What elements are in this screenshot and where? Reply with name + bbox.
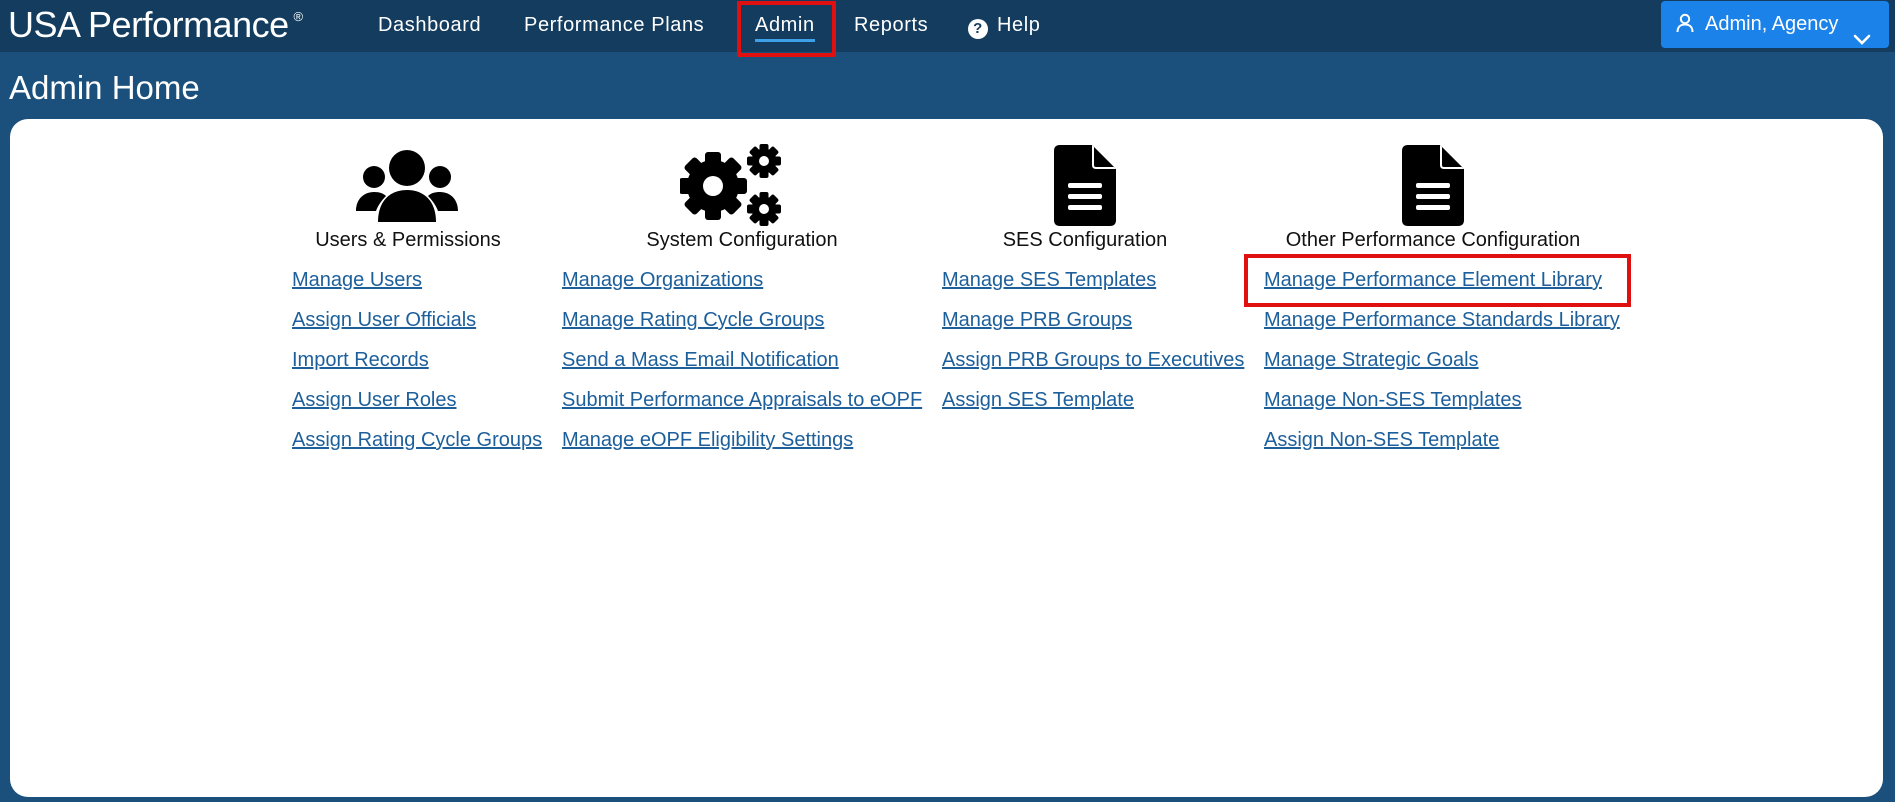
top-navbar: USA Performance ® Dashboard Performance P… bbox=[0, 0, 1895, 52]
link-assign-prb-groups-executives[interactable]: Assign PRB Groups to Executives bbox=[942, 349, 1244, 372]
link-manage-performance-standards-library[interactable]: Manage Performance Standards Library bbox=[1264, 309, 1620, 332]
link-manage-performance-element-library[interactable]: Manage Performance Element Library bbox=[1264, 269, 1602, 292]
brand-logo[interactable]: USA Performance ® bbox=[8, 2, 303, 48]
section-title-users-permissions: Users & Permissions bbox=[315, 229, 501, 251]
user-menu-label: Admin, Agency bbox=[1705, 13, 1839, 35]
question-circle-icon: ? bbox=[968, 19, 988, 39]
user-icon bbox=[1675, 4, 1695, 51]
link-manage-eopf-eligibility-settings[interactable]: Manage eOPF Eligibility Settings bbox=[562, 429, 853, 452]
link-manage-organizations[interactable]: Manage Organizations bbox=[562, 269, 763, 292]
link-send-mass-email-notification[interactable]: Send a Mass Email Notification bbox=[562, 349, 839, 372]
registered-mark: ® bbox=[293, 9, 304, 24]
nav-admin-label: Admin bbox=[755, 14, 815, 36]
section-title-ses-configuration: SES Configuration bbox=[1002, 229, 1168, 251]
nav-performance-plans[interactable]: Performance Plans bbox=[524, 0, 704, 52]
nav-performance-plans-label: Performance Plans bbox=[524, 14, 705, 36]
user-menu-button[interactable]: Admin, Agency bbox=[1661, 1, 1889, 48]
link-manage-users[interactable]: Manage Users bbox=[292, 269, 422, 292]
document-icon bbox=[1054, 145, 1116, 231]
nav-reports[interactable]: Reports bbox=[854, 0, 928, 52]
link-manage-non-ses-templates[interactable]: Manage Non-SES Templates bbox=[1264, 389, 1522, 412]
link-assign-non-ses-template[interactable]: Assign Non-SES Template bbox=[1264, 429, 1499, 452]
admin-content-panel: Users & Permissions Manage Users Assign … bbox=[10, 119, 1883, 797]
nav-dashboard[interactable]: Dashboard bbox=[378, 0, 481, 52]
link-import-records[interactable]: Import Records bbox=[292, 349, 429, 372]
page-title: Admin Home bbox=[9, 69, 200, 106]
document-icon bbox=[1402, 145, 1464, 231]
link-assign-user-roles[interactable]: Assign User Roles bbox=[292, 389, 457, 412]
chevron-down-icon bbox=[1853, 17, 1871, 64]
gears-icon bbox=[679, 144, 792, 231]
link-submit-performance-appraisals-eopf[interactable]: Submit Performance Appraisals to eOPF bbox=[562, 389, 922, 412]
nav-reports-label: Reports bbox=[854, 14, 929, 36]
link-manage-rating-cycle-groups[interactable]: Manage Rating Cycle Groups bbox=[562, 309, 824, 332]
link-assign-ses-template[interactable]: Assign SES Template bbox=[942, 389, 1134, 412]
nav-dashboard-label: Dashboard bbox=[378, 14, 482, 36]
nav-help[interactable]: ? Help bbox=[968, 0, 1041, 52]
link-manage-strategic-goals[interactable]: Manage Strategic Goals bbox=[1264, 349, 1479, 372]
section-title-system-configuration: System Configuration bbox=[646, 229, 838, 251]
users-icon bbox=[356, 149, 458, 227]
section-title-other-performance-configuration: Other Performance Configuration bbox=[1285, 229, 1581, 251]
nav-help-label: Help bbox=[997, 14, 1041, 36]
brand-name: USA Performance bbox=[8, 4, 289, 45]
link-manage-prb-groups[interactable]: Manage PRB Groups bbox=[942, 309, 1132, 332]
nav-admin[interactable]: Admin bbox=[755, 0, 815, 52]
link-manage-ses-templates[interactable]: Manage SES Templates bbox=[942, 269, 1156, 292]
active-nav-underline bbox=[755, 39, 815, 42]
link-assign-user-officials[interactable]: Assign User Officials bbox=[292, 309, 476, 332]
link-assign-rating-cycle-groups[interactable]: Assign Rating Cycle Groups bbox=[292, 429, 542, 452]
